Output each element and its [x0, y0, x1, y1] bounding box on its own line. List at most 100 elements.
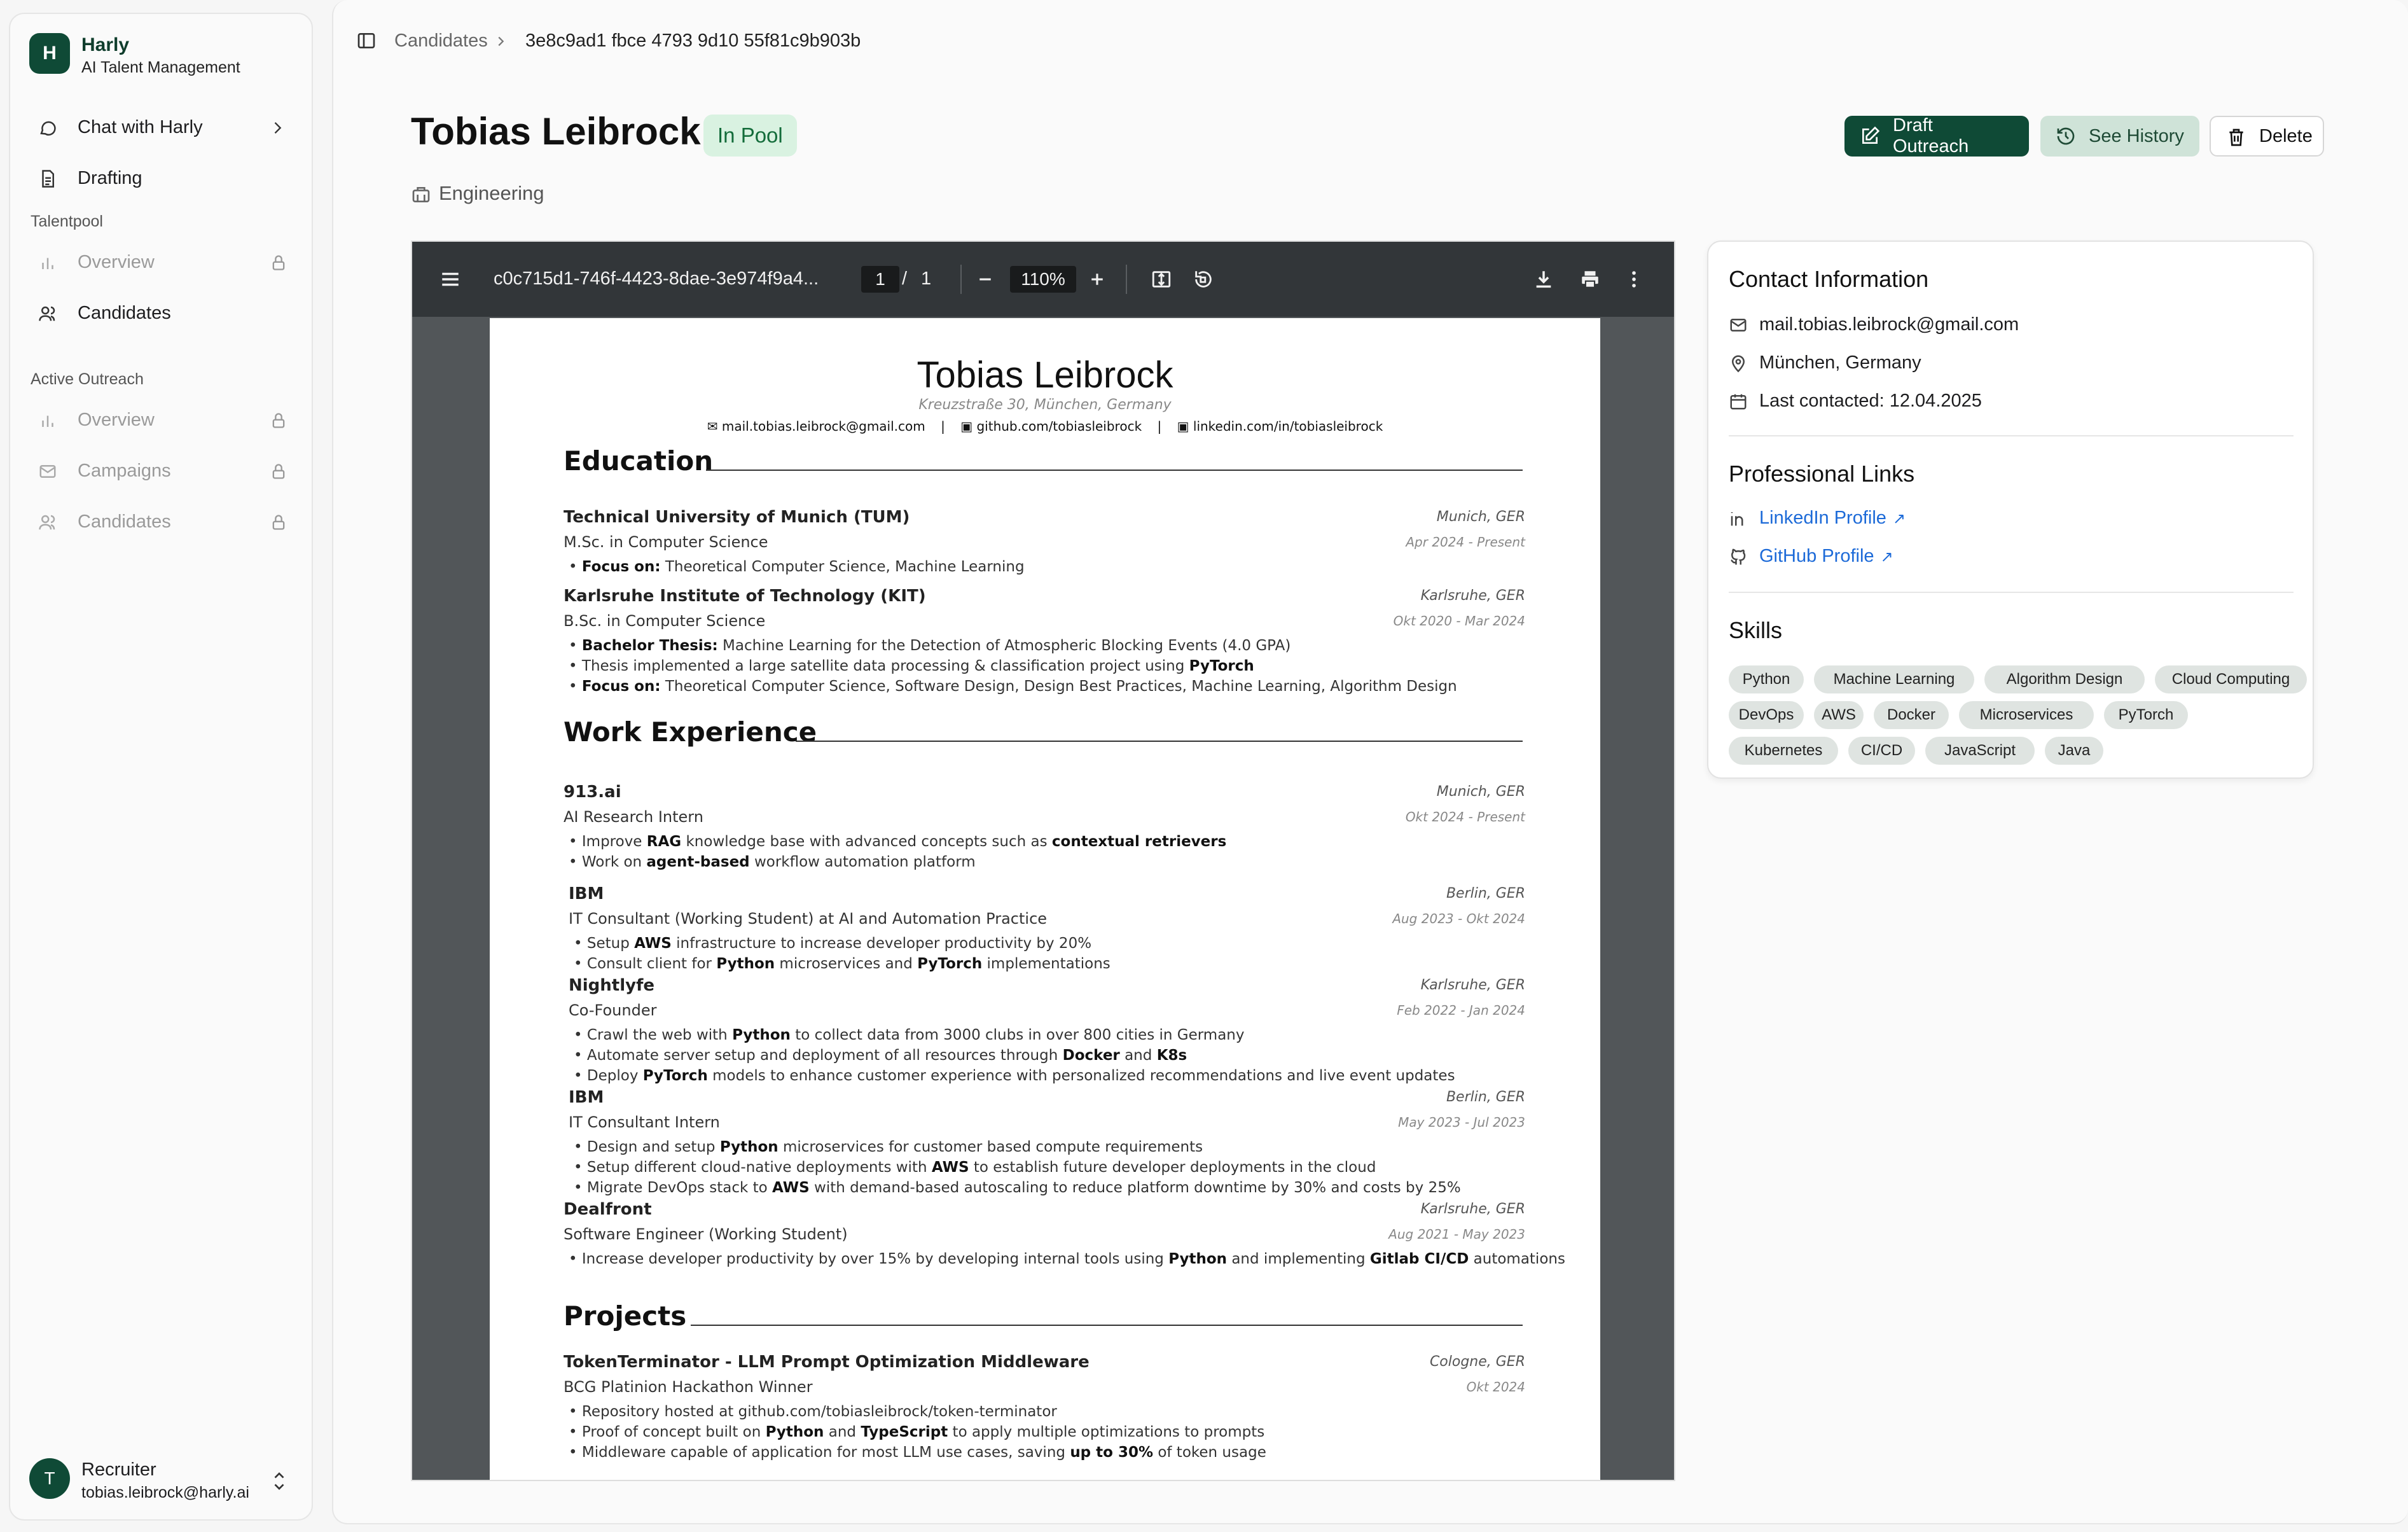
print-icon[interactable] [1579, 268, 1602, 290]
entry-organization: 913.ai [564, 783, 621, 802]
resume-linkedin[interactable]: linkedin.com/in/tobiasleibrock [1193, 419, 1383, 434]
resume-github[interactable]: github.com/tobiasleibrock [976, 419, 1142, 434]
bullet-item: • Crawl the web with Python to collect d… [574, 1027, 1245, 1043]
document-icon [42, 170, 54, 188]
draft-outreach-button[interactable]: Draft Outreach [1844, 115, 2029, 157]
skill-chip: Microservices [1959, 701, 2094, 729]
bullet-item: • Improve RAG knowledge base with advanc… [569, 833, 1227, 850]
zoom-level-input[interactable]: 110% [1010, 266, 1076, 293]
breadcrumb-chevron-icon [498, 36, 504, 46]
brand-subtitle: AI Talent Management [81, 59, 240, 76]
menu-icon[interactable] [439, 268, 462, 290]
entry-role: Co-Founder [569, 1001, 657, 1019]
nav-talentpool-overview[interactable]: Overview [18, 239, 305, 285]
zoom-out-icon[interactable] [976, 270, 995, 289]
edit-icon [1862, 126, 1880, 144]
pdf-viewer[interactable]: c0c715d1-746f-4423-8dae-3e974f9a4... 1 /… [411, 240, 1675, 1481]
bullet-item: • Focus on: Theoretical Computer Science… [569, 559, 1025, 575]
brand-name: Harly [81, 34, 130, 55]
bar-chart-icon [42, 415, 53, 427]
contact-card: Contact Information mail.tobias.leibrock… [1707, 240, 2314, 779]
linkedin-label: LinkedIn Profile [1759, 508, 1886, 528]
user-email: tobias.leibrock@harly.ai [81, 1484, 249, 1501]
entry-location: Karlsruhe, GER [1420, 588, 1525, 604]
nav-outreach-overview[interactable]: Overview [18, 397, 305, 443]
user-name: Recruiter [81, 1459, 156, 1480]
map-pin-icon [1731, 355, 1745, 373]
nav-label: Drafting [78, 168, 142, 188]
contact-separator: | [1157, 419, 1162, 434]
entry-date: Apr 2024 - Present [1406, 534, 1525, 550]
breadcrumb-candidates[interactable]: Candidates [394, 31, 488, 52]
linkedin-link[interactable]: LinkedIn Profile ↗ [1729, 508, 1906, 529]
skill-chip: PyTorch [2104, 701, 2188, 729]
bullet-item: • Automate server setup and deployment o… [574, 1047, 1187, 1064]
entry-location: Karlsruhe, GER [1420, 1201, 1525, 1217]
see-history-button[interactable]: See History [2040, 116, 2199, 157]
skill-chip: CI/CD [1848, 737, 1915, 765]
zoom-in-icon[interactable] [1088, 270, 1107, 289]
more-options-icon[interactable] [1623, 268, 1645, 290]
nav-outreach-candidates[interactable]: Candidates [18, 499, 305, 545]
external-link-icon: ↗ [1880, 548, 1893, 566]
entry-role: B.Sc. in Computer Science [564, 612, 766, 630]
nav-label: Candidates [78, 303, 171, 323]
education-heading: Education [564, 445, 714, 477]
entry-date: Feb 2022 - Jan 2024 [1397, 1003, 1525, 1018]
user-avatar[interactable]: T [29, 1458, 70, 1499]
resume-email[interactable]: mail.tobias.leibrock@gmail.com [722, 419, 925, 434]
resume-address: Kreuzstraße 30, München, Germany [918, 397, 1172, 413]
page-title: Tobias Leibrock [411, 110, 701, 153]
pdf-toolbar: c0c715d1-746f-4423-8dae-3e974f9a4... 1 /… [412, 242, 1674, 317]
links-title: Professional Links [1729, 461, 1915, 487]
bullet-item: • Proof of concept built on Python and T… [569, 1424, 1265, 1440]
entry-date: Aug 2023 - Okt 2024 [1392, 911, 1525, 926]
lock-icon [272, 464, 285, 479]
pdf-page: Tobias Leibrock Kreuzstraße 30, München,… [490, 318, 1600, 1480]
section-rule [691, 1325, 1523, 1326]
delete-label: Delete [2259, 125, 2313, 146]
nav-label: Candidates [78, 512, 171, 532]
entry-date: Aug 2021 - May 2023 [1388, 1227, 1525, 1242]
history-icon [2057, 127, 2075, 145]
chevrons-up-down-icon[interactable] [271, 1470, 287, 1493]
entry-location: Berlin, GER [1446, 886, 1525, 902]
entry-date: Okt 2024 [1466, 1379, 1525, 1395]
entry-date: May 2023 - Jul 2023 [1398, 1115, 1525, 1130]
download-icon[interactable] [1533, 268, 1554, 290]
entry-location: Munich, GER [1436, 784, 1525, 800]
external-link-icon: ↗ [1892, 510, 1906, 527]
delete-button[interactable]: Delete [2210, 116, 2324, 157]
bar-chart-icon [42, 258, 53, 269]
section-talentpool: Talentpool [31, 212, 103, 230]
skill-chip: Python [1729, 665, 1804, 693]
calendar-icon [1730, 394, 1747, 410]
nav-outreach-campaigns[interactable]: Campaigns [18, 448, 305, 494]
nav-drafting[interactable]: Drafting [18, 155, 305, 201]
entry-role: IT Consultant Intern [569, 1113, 720, 1131]
entry-organization: Karlsruhe Institute of Technology (KIT) [564, 587, 926, 606]
github-link[interactable]: GitHub Profile ↗ [1729, 546, 1893, 567]
toolbar-divider [1126, 265, 1127, 294]
contact-separator: | [941, 419, 945, 434]
skill-chip: AWS [1814, 701, 1864, 729]
contact-email-row: mail.tobias.leibrock@gmail.com [1729, 314, 2019, 335]
rotate-icon[interactable] [1192, 268, 1215, 290]
entry-date: Okt 2024 - Present [1405, 809, 1525, 825]
entry-location: Cologne, GER [1429, 1354, 1525, 1370]
skills-title: Skills [1729, 617, 1783, 643]
fit-page-icon[interactable] [1150, 268, 1173, 290]
sidebar: H Harly AI Talent Management Chat with H… [9, 13, 313, 1521]
bullet-item: • Setup AWS infrastructure to increase d… [574, 935, 1092, 952]
contact-location-row: München, Germany [1729, 352, 1921, 373]
skill-chip: Algorithm Design [1984, 665, 2145, 693]
github-icon [1731, 548, 1746, 565]
skill-chip: Machine Learning [1814, 665, 1974, 693]
nav-talentpool-candidates[interactable]: Candidates [18, 290, 305, 336]
page-separator: / [902, 268, 908, 289]
nav-label: Overview [78, 410, 155, 430]
sidebar-toggle-icon[interactable] [356, 31, 377, 51]
nav-chat-with-harly[interactable]: Chat with Harly [18, 104, 305, 150]
brand-logo[interactable]: H [29, 33, 70, 74]
page-number-input[interactable]: 1 [861, 266, 899, 293]
